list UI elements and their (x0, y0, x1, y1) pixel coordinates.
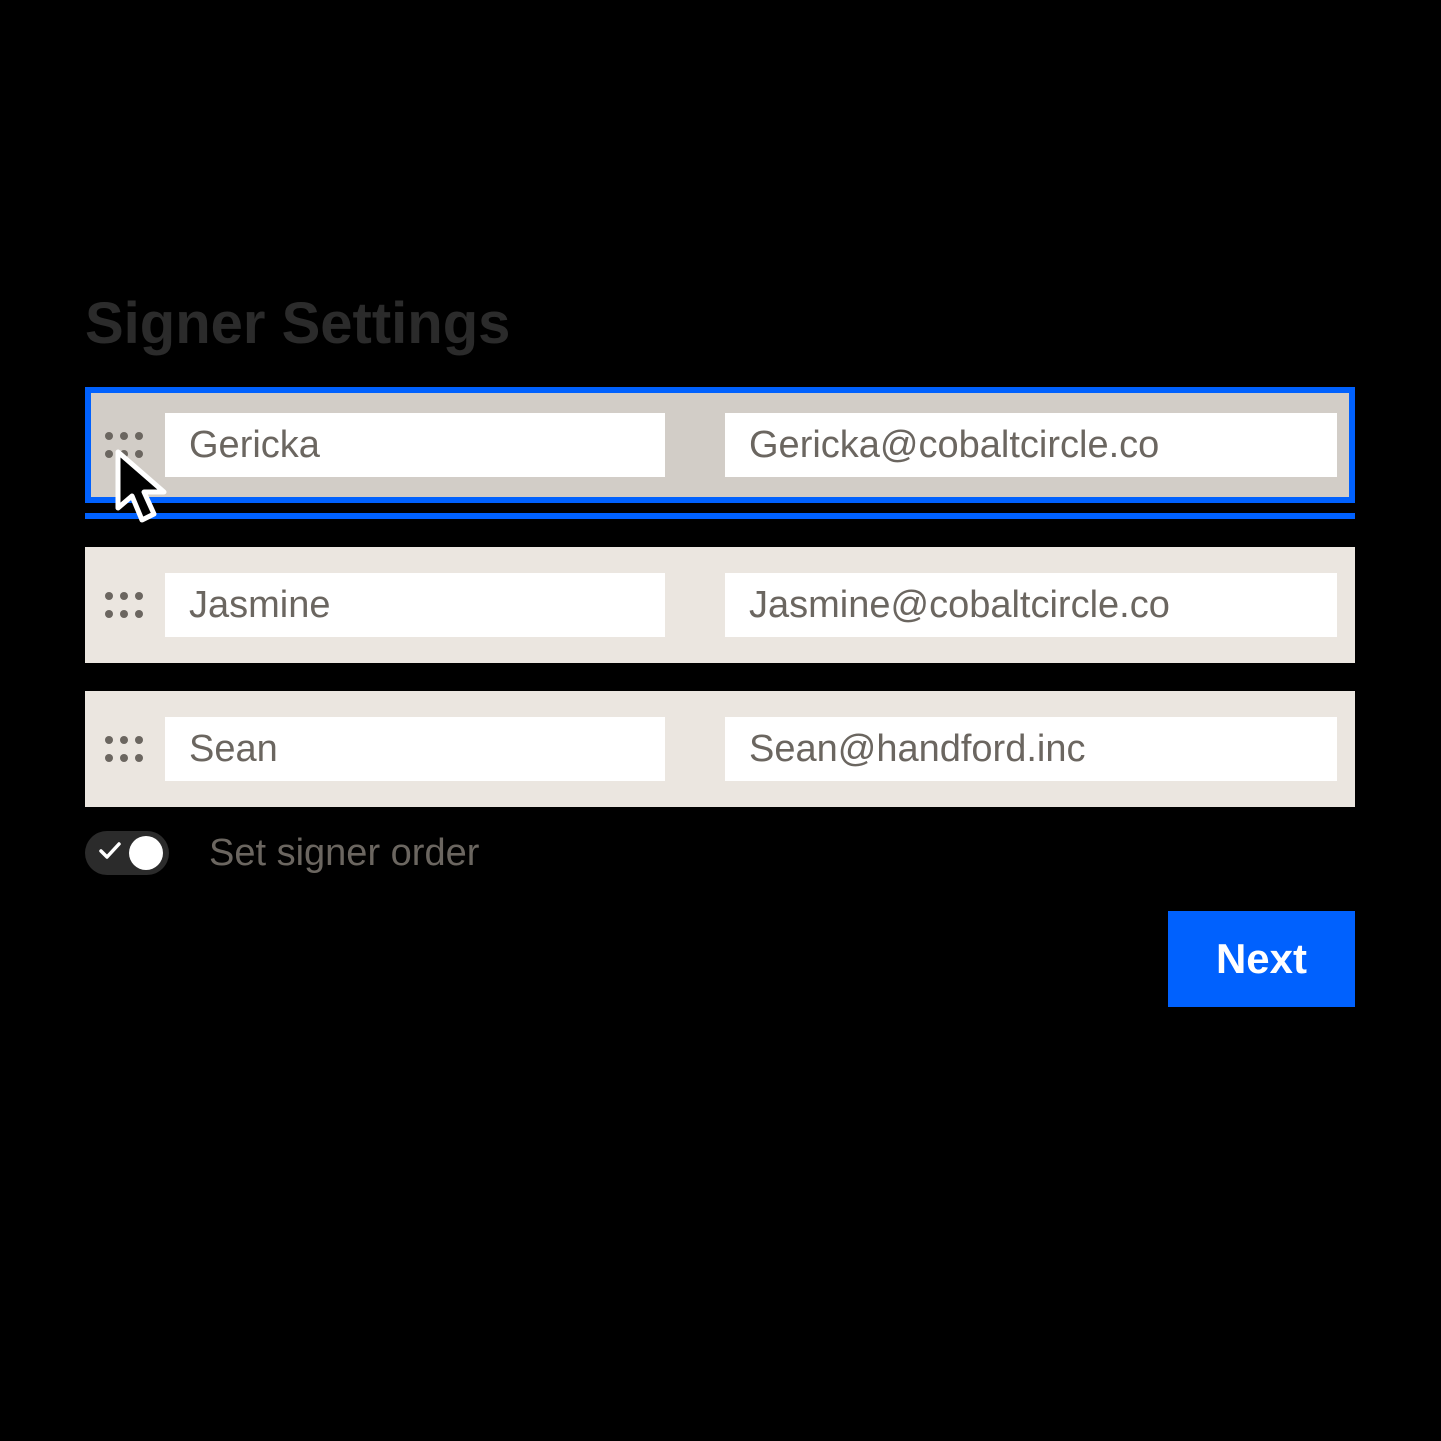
signer-row[interactable]: Sean Sean@handford.inc (85, 691, 1355, 807)
action-row: Next (85, 911, 1355, 1007)
signer-email-input[interactable]: Sean@handford.inc (725, 717, 1337, 781)
signer-email-value: Jasmine@cobaltcircle.co (749, 584, 1170, 627)
drag-handle-icon[interactable] (103, 424, 145, 466)
page-title: Signer Settings (85, 290, 1355, 357)
signer-email-value: Gericka@cobaltcircle.co (749, 424, 1159, 467)
drag-handle-icon[interactable] (103, 728, 145, 770)
check-icon (99, 842, 121, 865)
drag-handle-icon[interactable] (103, 584, 145, 626)
signer-email-input[interactable]: Gericka@cobaltcircle.co (725, 413, 1337, 477)
signer-name-input[interactable]: Jasmine (165, 573, 665, 637)
next-button[interactable]: Next (1168, 911, 1355, 1007)
signer-order-toggle[interactable] (85, 831, 169, 875)
signer-email-input[interactable]: Jasmine@cobaltcircle.co (725, 573, 1337, 637)
signer-name-value: Sean (189, 728, 278, 771)
drop-indicator (85, 513, 1355, 519)
signer-row[interactable]: Gericka Gericka@cobaltcircle.co (85, 387, 1355, 503)
signer-order-toggle-row: Set signer order (85, 831, 1355, 875)
signer-settings-panel: Signer Settings Gericka Gericka@cobaltci… (85, 290, 1355, 1007)
signer-order-toggle-label: Set signer order (209, 832, 479, 875)
toggle-knob (129, 836, 163, 870)
signer-name-input[interactable]: Sean (165, 717, 665, 781)
signer-email-value: Sean@handford.inc (749, 728, 1085, 771)
signer-name-value: Gericka (189, 424, 320, 467)
signer-name-input[interactable]: Gericka (165, 413, 665, 477)
signer-row[interactable]: Jasmine Jasmine@cobaltcircle.co (85, 547, 1355, 663)
signer-name-value: Jasmine (189, 584, 331, 627)
signer-list: Gericka Gericka@cobaltcircle.co Jasmine … (85, 387, 1355, 807)
